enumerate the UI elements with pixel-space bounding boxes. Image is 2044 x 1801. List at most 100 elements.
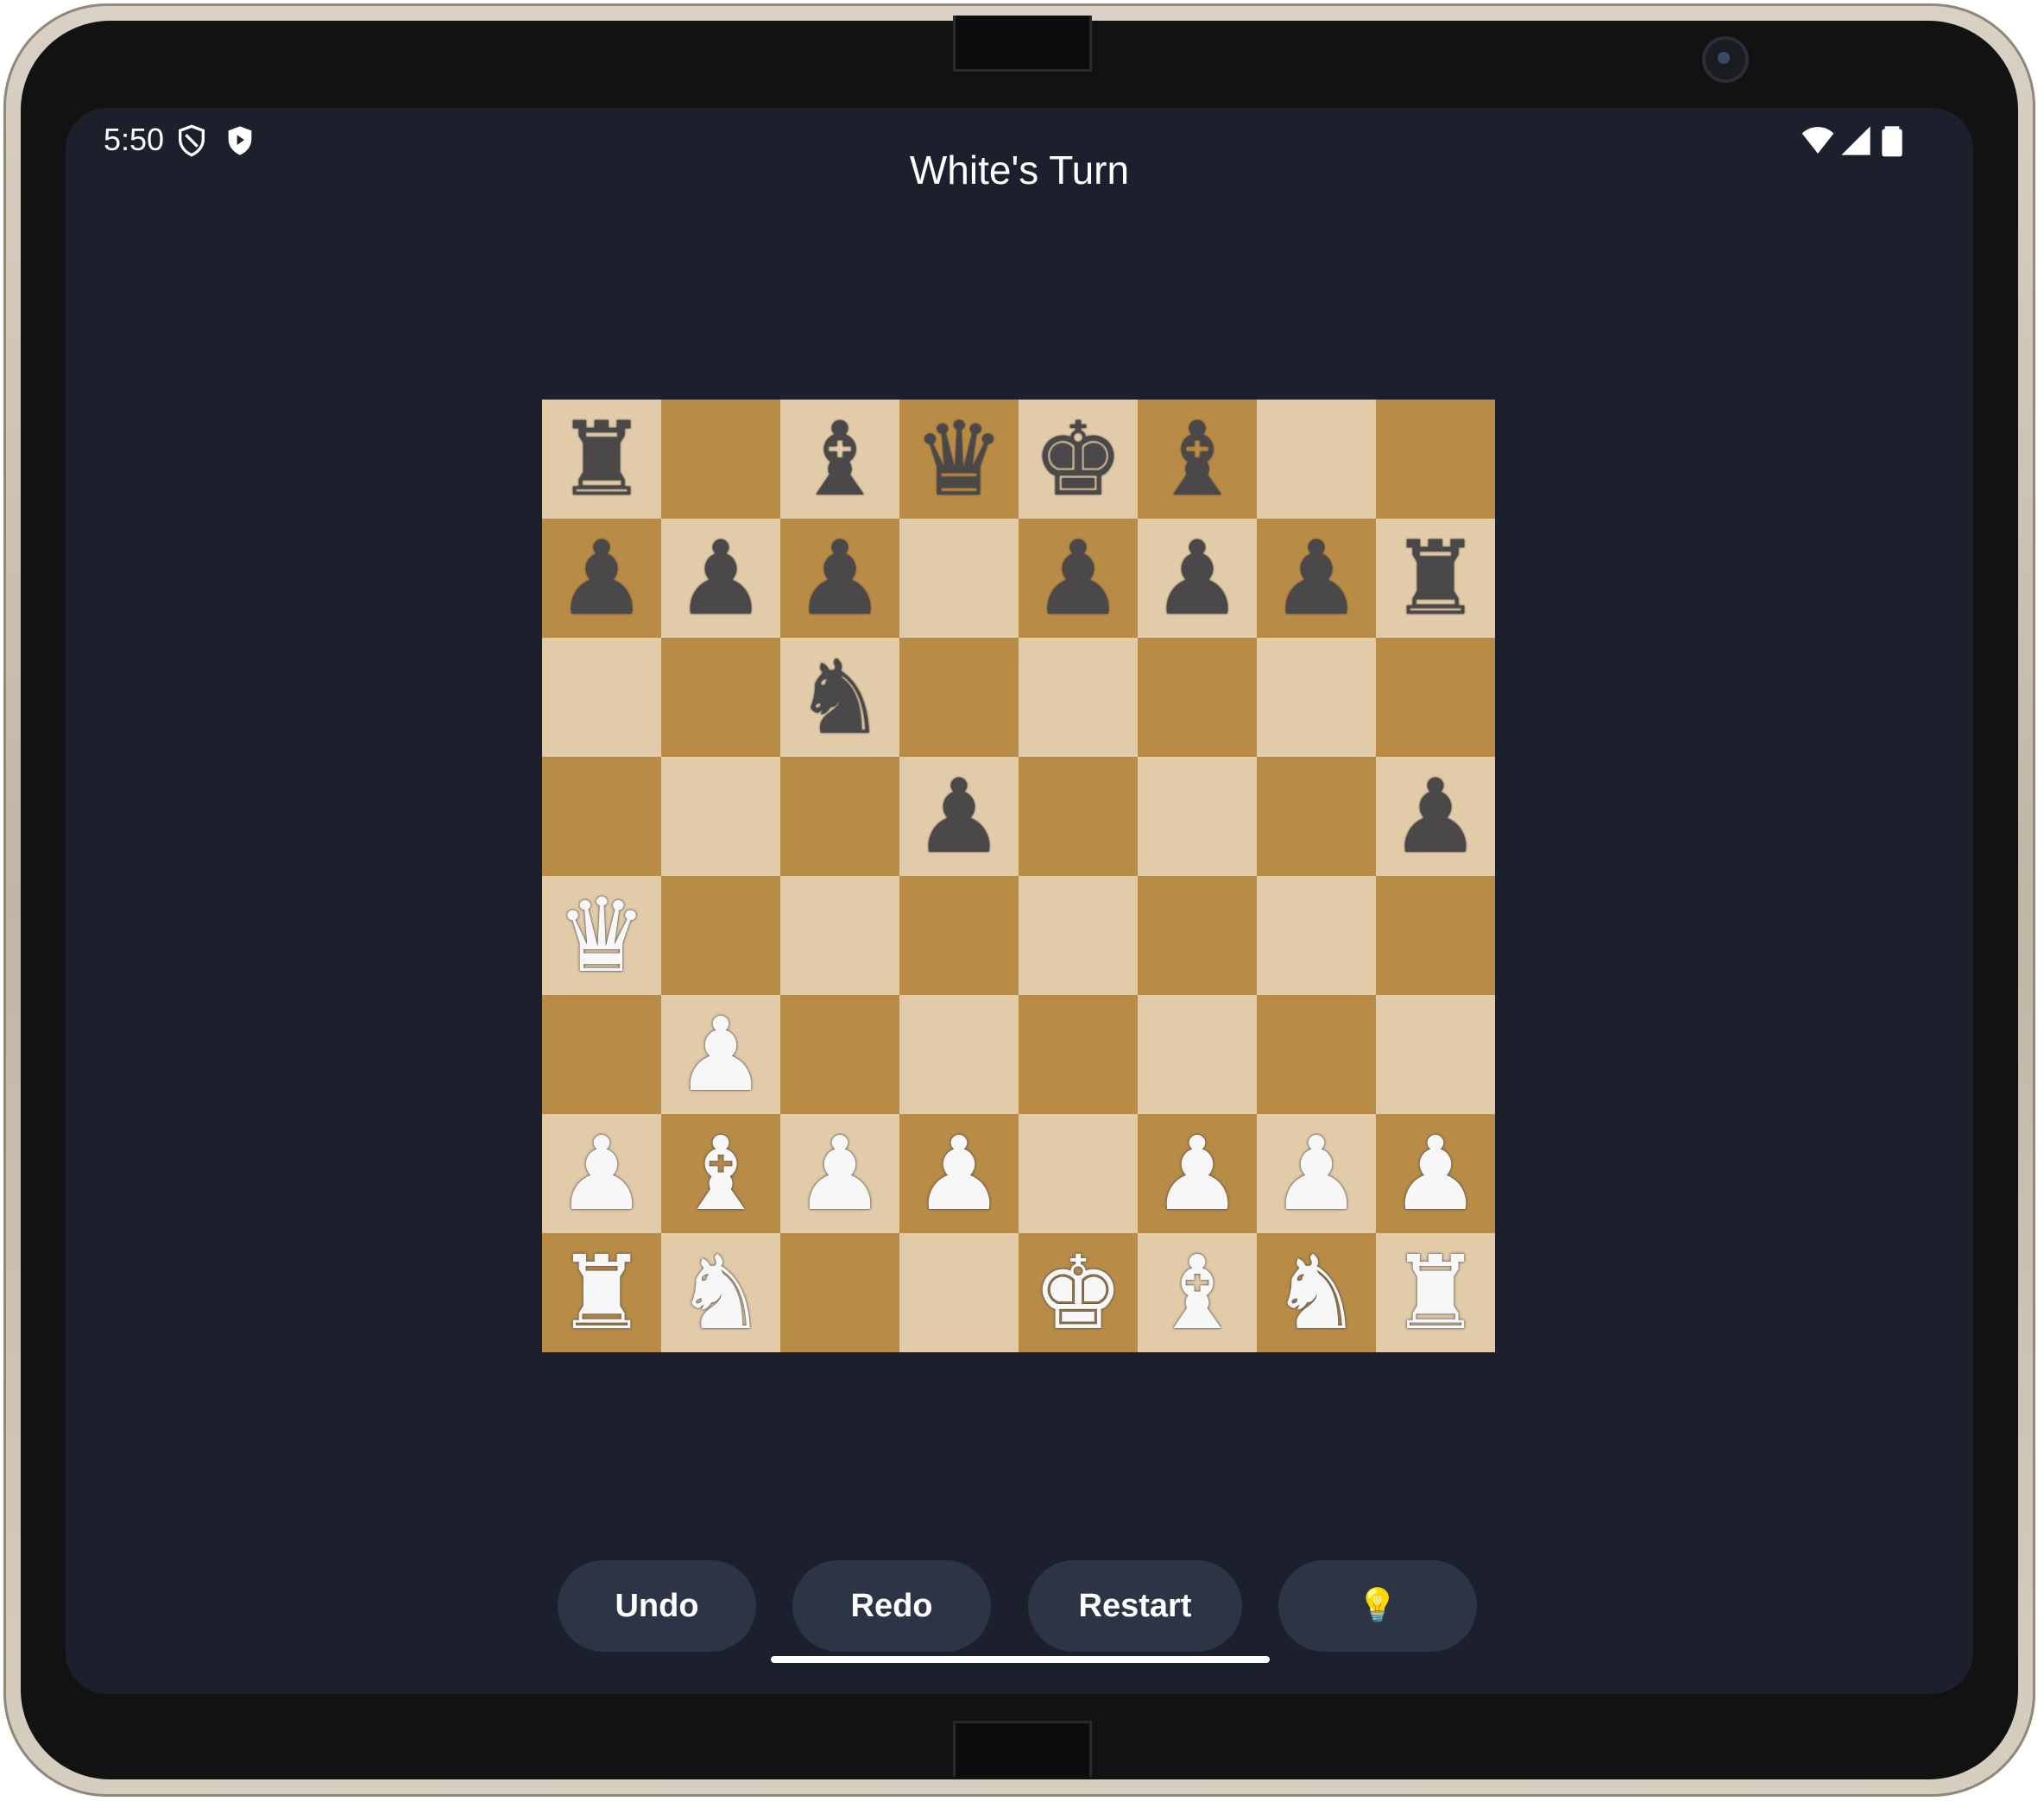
square-c2[interactable]: ♟ [780, 1114, 899, 1233]
square-c8[interactable]: ♝ [780, 400, 899, 519]
square-c6[interactable]: ♞ [780, 638, 899, 757]
square-e1[interactable]: ♚ [1019, 1233, 1138, 1352]
home-indicator[interactable] [771, 1656, 1270, 1663]
square-g2[interactable]: ♟ [1257, 1114, 1376, 1233]
square-a4[interactable]: ♛ [542, 876, 661, 995]
square-a8[interactable]: ♜ [542, 400, 661, 519]
square-e4[interactable] [1019, 876, 1138, 995]
black-bishop-icon[interactable]: ♝ [780, 400, 899, 519]
square-f5[interactable] [1138, 757, 1257, 876]
square-g8[interactable] [1257, 400, 1376, 519]
square-c3[interactable] [780, 995, 899, 1114]
square-f8[interactable]: ♝ [1138, 400, 1257, 519]
black-pawn-icon[interactable]: ♟ [1138, 519, 1257, 638]
black-pawn-icon[interactable]: ♟ [899, 757, 1019, 876]
white-pawn-icon[interactable]: ♟ [1376, 1114, 1495, 1233]
square-g6[interactable] [1257, 638, 1376, 757]
white-pawn-icon[interactable]: ♟ [780, 1114, 899, 1233]
undo-button[interactable]: Undo [558, 1560, 756, 1652]
black-queen-icon[interactable]: ♛ [899, 400, 1019, 519]
black-pawn-icon[interactable]: ♟ [661, 519, 780, 638]
white-rook-icon[interactable]: ♜ [542, 1233, 661, 1352]
chess-board[interactable]: ♜ ♝ ♛ ♚ ♝ ♟ ♟ ♟ ♟ ♟ ♟ ♜ ♞ ♟ ♟ ♛ ♟ ♟ ♝ ♟ ♟ ♟ ♟ ♟ ♜ ♞ ♚ ♝ ♞ ♜ [542, 400, 1495, 1352]
square-f7[interactable]: ♟ [1138, 519, 1257, 638]
square-f3[interactable] [1138, 995, 1257, 1114]
square-f2[interactable]: ♟ [1138, 1114, 1257, 1233]
square-h7[interactable]: ♜ [1376, 519, 1495, 638]
square-a1[interactable]: ♜ [542, 1233, 661, 1352]
square-b2[interactable]: ♝ [661, 1114, 780, 1233]
black-pawn-icon[interactable]: ♟ [1019, 519, 1138, 638]
white-pawn-icon[interactable]: ♟ [542, 1114, 661, 1233]
square-g3[interactable] [1257, 995, 1376, 1114]
black-pawn-icon[interactable]: ♟ [1376, 757, 1495, 876]
square-f4[interactable] [1138, 876, 1257, 995]
square-d2[interactable]: ♟ [899, 1114, 1019, 1233]
square-d6[interactable] [899, 638, 1019, 757]
white-queen-icon[interactable]: ♛ [542, 876, 661, 995]
black-knight-icon[interactable]: ♞ [780, 638, 899, 757]
black-rook-icon[interactable]: ♜ [542, 400, 661, 519]
square-e7[interactable]: ♟ [1019, 519, 1138, 638]
black-pawn-icon[interactable]: ♟ [780, 519, 899, 638]
square-a2[interactable]: ♟ [542, 1114, 661, 1233]
square-b4[interactable] [661, 876, 780, 995]
square-c1[interactable] [780, 1233, 899, 1352]
square-e5[interactable] [1019, 757, 1138, 876]
square-d7[interactable] [899, 519, 1019, 638]
square-h8[interactable] [1376, 400, 1495, 519]
white-pawn-icon[interactable]: ♟ [1138, 1114, 1257, 1233]
square-g1[interactable]: ♞ [1257, 1233, 1376, 1352]
square-e8[interactable]: ♚ [1019, 400, 1138, 519]
white-pawn-icon[interactable]: ♟ [899, 1114, 1019, 1233]
square-g4[interactable] [1257, 876, 1376, 995]
square-d1[interactable] [899, 1233, 1019, 1352]
square-h3[interactable] [1376, 995, 1495, 1114]
black-pawn-icon[interactable]: ♟ [542, 519, 661, 638]
square-c7[interactable]: ♟ [780, 519, 899, 638]
restart-button[interactable]: Restart [1028, 1560, 1242, 1652]
square-h4[interactable] [1376, 876, 1495, 995]
white-bishop-icon[interactable]: ♝ [661, 1114, 780, 1233]
square-a7[interactable]: ♟ [542, 519, 661, 638]
square-b6[interactable] [661, 638, 780, 757]
square-a5[interactable] [542, 757, 661, 876]
redo-button[interactable]: Redo [792, 1560, 991, 1652]
square-c5[interactable] [780, 757, 899, 876]
square-h5[interactable]: ♟ [1376, 757, 1495, 876]
square-g5[interactable] [1257, 757, 1376, 876]
white-rook-icon[interactable]: ♜ [1376, 1233, 1495, 1352]
white-king-icon[interactable]: ♚ [1019, 1233, 1138, 1352]
square-b1[interactable]: ♞ [661, 1233, 780, 1352]
square-f1[interactable]: ♝ [1138, 1233, 1257, 1352]
square-e2[interactable] [1019, 1114, 1138, 1233]
square-f6[interactable] [1138, 638, 1257, 757]
square-b5[interactable] [661, 757, 780, 876]
hint-button[interactable]: 💡 [1278, 1560, 1477, 1652]
square-b8[interactable] [661, 400, 780, 519]
square-d5[interactable]: ♟ [899, 757, 1019, 876]
square-d4[interactable] [899, 876, 1019, 995]
white-pawn-icon[interactable]: ♟ [661, 995, 780, 1114]
white-bishop-icon[interactable]: ♝ [1138, 1233, 1257, 1352]
square-h2[interactable]: ♟ [1376, 1114, 1495, 1233]
white-knight-icon[interactable]: ♞ [661, 1233, 780, 1352]
square-a3[interactable] [542, 995, 661, 1114]
square-b3[interactable]: ♟ [661, 995, 780, 1114]
square-b7[interactable]: ♟ [661, 519, 780, 638]
black-pawn-icon[interactable]: ♟ [1257, 519, 1376, 638]
black-bishop-icon[interactable]: ♝ [1138, 400, 1257, 519]
square-e3[interactable] [1019, 995, 1138, 1114]
square-a6[interactable] [542, 638, 661, 757]
white-pawn-icon[interactable]: ♟ [1257, 1114, 1376, 1233]
square-d3[interactable] [899, 995, 1019, 1114]
square-h1[interactable]: ♜ [1376, 1233, 1495, 1352]
square-e6[interactable] [1019, 638, 1138, 757]
black-king-icon[interactable]: ♚ [1019, 400, 1138, 519]
square-g7[interactable]: ♟ [1257, 519, 1376, 638]
square-d8[interactable]: ♛ [899, 400, 1019, 519]
black-rook-icon[interactable]: ♜ [1376, 519, 1495, 638]
square-c4[interactable] [780, 876, 899, 995]
white-knight-icon[interactable]: ♞ [1257, 1233, 1376, 1352]
square-h6[interactable] [1376, 638, 1495, 757]
